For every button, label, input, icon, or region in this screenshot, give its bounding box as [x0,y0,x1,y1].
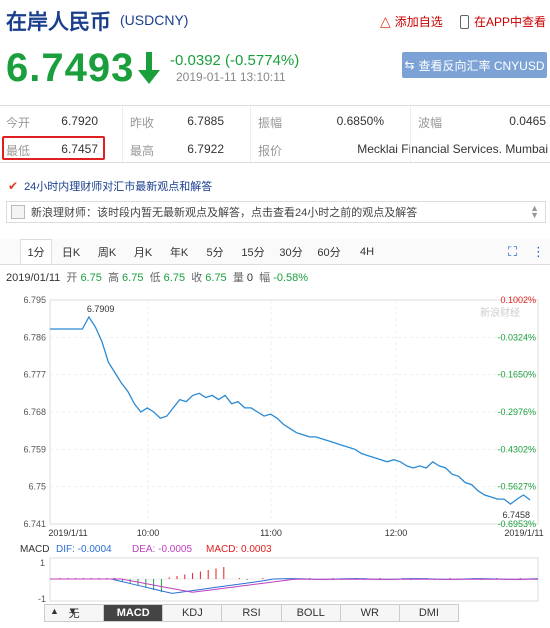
amplitude-label: 振幅 [258,116,283,130]
indicator-rsi[interactable]: RSI [222,605,282,621]
advisor-headline-link[interactable]: ✔ 24小时内理财师对汇市最新观点和解答 [0,175,550,197]
tab-15min[interactable]: 15分 [236,239,270,264]
price-line [50,315,531,505]
percent-tick-label: 0.1002% [500,295,536,305]
prev-close-label: 昨收 [130,116,155,130]
indicator-dmi[interactable]: DMI [399,605,458,621]
x-tick-labels: 2019/1/11 10:00 11:00 12:00 2019/1/11 [48,528,543,538]
percent-tick-label: -0.5627% [497,482,536,492]
macd-header: MACD DIF: -0.0004 DEA: -0.0005 MACD: 0.0… [20,544,272,555]
fullscreen-icon[interactable]: ⛶ [508,244,522,259]
x-tick-label: 2019/1/11 [504,528,543,538]
price-chart[interactable]: 6.795 6.786 6.777 6.768 6.759 6.75 6.741 0.100… [0,283,550,628]
prev-close-value: 6.7885 [187,114,224,128]
wave-value: 0.0465 [509,114,546,128]
open-value: 6.7920 [61,114,98,128]
percent-tick-label: -0.0324% [497,332,536,342]
advisor-item[interactable]: 新浪理财师：该时段内暂无最新观点及解答，点击查看24小时之前的观点及解答 ▲ ▼ [6,201,546,223]
indicator-wr[interactable]: WR [340,605,400,621]
percent-tick-label: -0.2976% [497,407,536,417]
y-tick-label: 6.777 [23,370,46,380]
y-tick-labels: 6.795 6.786 6.777 6.768 6.759 6.75 6.741 [23,295,46,529]
y-tick-label: 6.75 [28,482,46,492]
scroll-up-icon[interactable]: ▲ [50,606,59,616]
amplitude-value: 0.6850% [336,114,384,128]
add-favorite-label: 添加自选 [394,15,443,29]
macd-dif-line [50,578,539,594]
source-value: Mecklai Financial Services. Mumbai [357,142,548,156]
reverse-rate-button[interactable]: ⇆ 查看反向汇率 CNYUSD [402,52,547,78]
scroll-down-icon[interactable]: ▼ [68,606,77,616]
watermark: 新浪财经 [480,306,520,319]
price-change: -0.0392 (-0.5774%) [170,52,300,69]
percent-tick-labels: 0.1002% -0.0324% -0.1650% -0.2976% -0.4302% -… [497,295,536,529]
tab-month[interactable]: 月K [128,239,158,264]
advisor-item-text: 新浪理财师：该时段内暂无最新观点及解答，点击查看24小时之前的观点及解答 [31,207,418,219]
quote-time: 2019-01-11 13:10:11 [176,70,286,84]
tab-30min[interactable]: 30分 [274,239,308,264]
low-highlight-box [2,136,105,160]
open-in-app-button[interactable]: 在APP中查看 [460,13,546,30]
high-value: 6.7922 [187,142,224,156]
grid [49,299,539,525]
tab-day[interactable]: 日K [56,239,86,264]
high-label: 最高 [130,144,155,158]
swap-icon: ⇆ [404,58,415,72]
percent-tick-label: -0.4302% [497,444,536,454]
header: 在岸人民币 (USDCNY) △ 添加自选 在APP中查看 [0,0,550,44]
settings-icon[interactable]: ⋮ [532,244,546,259]
y-tick-label: 6.795 [23,295,46,305]
macd-panel [49,557,539,602]
macd-value: MACD: 0.0003 [206,544,272,555]
source-label: 报价 [258,144,283,158]
y-tick-label: 6.759 [23,444,46,454]
avatar [11,205,25,219]
scroll-arrows-icon[interactable]: ▲ ▼ [530,204,539,220]
reverse-rate-label: 查看反向汇率 CNYUSD [418,58,545,73]
tab-4h[interactable]: 4H [352,239,382,264]
macd-dif: DIF: -0.0004 [56,544,112,555]
x-tick-label: 12:00 [385,528,408,538]
x-tick-label: 10:00 [137,528,160,538]
advisor-headline-text: 24小时内理财师对汇市最新观点和解答 [24,181,213,193]
divider [410,106,411,162]
y-tick-label: 6.786 [23,332,46,342]
indicator-tabs: 无 MACD KDJ RSI BOLL WR DMI [44,604,459,622]
tab-1min[interactable]: 1分 [20,239,52,264]
x-tick-label: 2019/1/11 [48,528,87,538]
tab-60min[interactable]: 60分 [312,239,346,264]
macd-dea-line [50,578,538,593]
indicator-boll[interactable]: BOLL [281,605,341,621]
check-icon: ✔ [8,179,19,193]
indicator-kdj[interactable]: KDJ [163,605,223,621]
high-annotation: 6.7909 [87,304,115,314]
tab-week[interactable]: 周K [92,239,122,264]
page-title: 在岸人民币 [6,11,111,34]
tab-year[interactable]: 年K [164,239,194,264]
down-arrow-icon [138,52,160,84]
low-annotation: 6.7458 [503,510,531,520]
percent-tick-label: -0.1650% [497,370,536,380]
macd-tick-top: 1 [40,558,45,568]
divider [250,106,251,162]
wave-label: 波幅 [418,116,443,130]
tab-5min[interactable]: 5分 [200,239,230,264]
macd-tick-bottom: -1 [38,594,46,604]
open-in-app-label: 在APP中查看 [474,15,547,29]
macd-dea: DEA: -0.0005 [132,544,192,555]
price-series-line [50,315,531,505]
divider [122,106,123,162]
symbol-code: (USDCNY) [120,12,189,28]
macd-name: MACD [20,544,49,555]
y-tick-label: 6.741 [23,519,46,529]
current-price: 6.7493 [6,46,135,90]
y-tick-label: 6.768 [23,407,46,417]
flame-icon: △ [380,13,391,29]
phone-icon [460,14,469,29]
indicator-macd[interactable]: MACD [104,605,164,621]
x-tick-label: 11:00 [260,528,282,538]
open-label: 今开 [6,116,31,130]
period-tabs: 1分 日K 周K 月K 年K 5分 15分 30分 60分 4H ⛶ ⋮ [0,239,550,265]
add-favorite-button[interactable]: △ 添加自选 [380,13,443,30]
